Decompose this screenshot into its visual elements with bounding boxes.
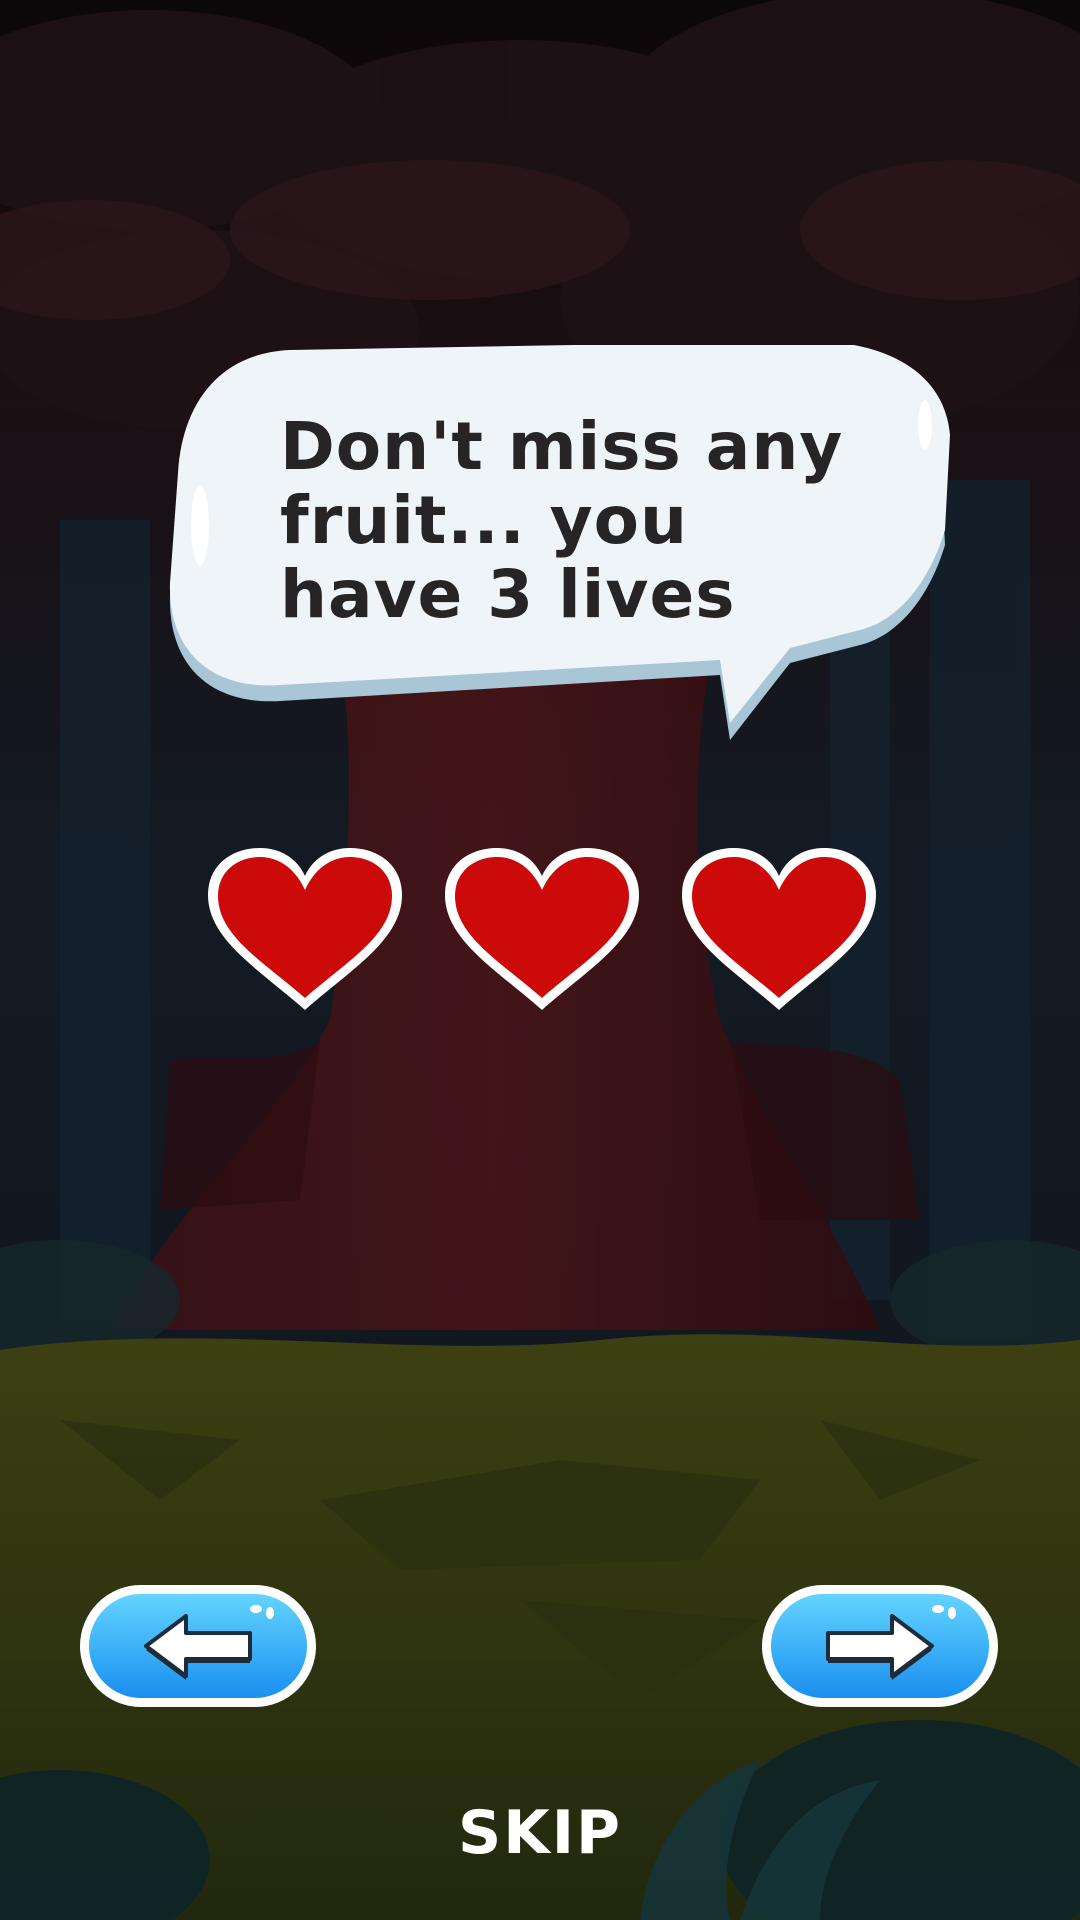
heart-icon — [208, 848, 402, 1010]
tutorial-message: Don't miss any fruit... you have 3 lives — [280, 408, 844, 633]
tutorial-screen: Don't miss any fruit... you have 3 lives — [0, 0, 1080, 1920]
skip-button[interactable]: SKIP — [390, 1793, 690, 1873]
tutorial-speech-bubble: Don't miss any fruit... you have 3 lives — [160, 345, 960, 745]
previous-button[interactable] — [78, 1583, 318, 1709]
lives-indicator — [200, 840, 890, 1020]
next-button[interactable] — [760, 1583, 1000, 1709]
heart-icon — [682, 848, 876, 1010]
heart-icon — [445, 848, 639, 1010]
